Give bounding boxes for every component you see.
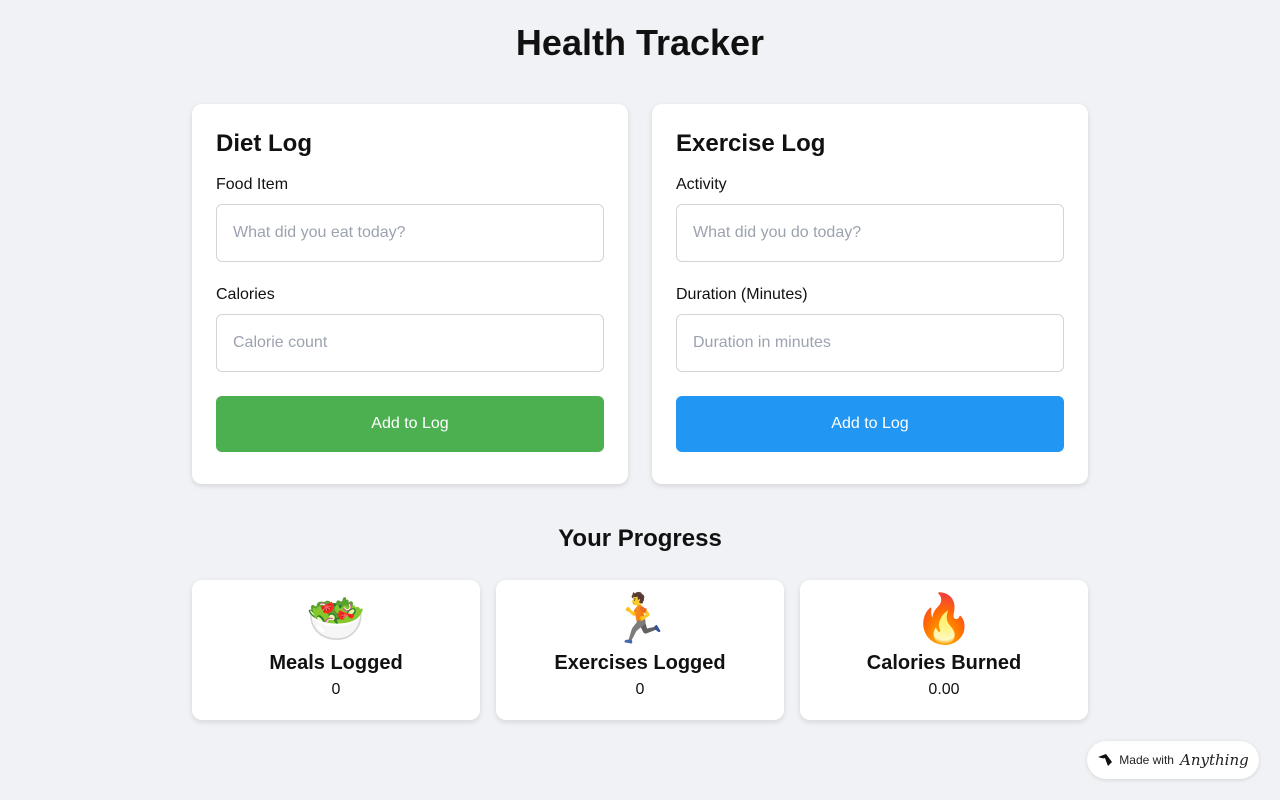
diet-log-title: Diet Log [216, 130, 312, 157]
diet-log-card: Diet Log Food Item Calories Add to Log [192, 104, 628, 484]
calories-burned-card: 🔥 Calories Burned 0.00 [800, 580, 1088, 720]
duration-label: Duration (Minutes) [676, 286, 808, 303]
diet-add-button[interactable]: Add to Log [216, 396, 604, 452]
health-tracker-page: Health Tracker Diet Log Food Item Calori… [0, 0, 1280, 800]
exercises-logged-value: 0 [635, 681, 645, 698]
food-item-input[interactable] [216, 204, 604, 262]
made-with-anything-badge[interactable]: Made with Anything [1087, 741, 1259, 779]
meals-logged-label: Meals Logged [269, 652, 403, 674]
exercise-log-card: Exercise Log Activity Duration (Minutes)… [652, 104, 1088, 484]
progress-title: Your Progress [558, 525, 722, 552]
fire-icon: 🔥 [914, 593, 974, 646]
calories-input[interactable] [216, 314, 604, 372]
activity-input[interactable] [676, 204, 1064, 262]
calories-burned-label: Calories Burned [866, 652, 1022, 674]
food-item-label: Food Item [216, 176, 289, 193]
anything-logo-icon [1098, 754, 1113, 766]
meals-logged-card: 🥗 Meals Logged 0 [192, 580, 480, 720]
exercise-log-title: Exercise Log [676, 130, 826, 157]
badge-brand: Anything [1179, 751, 1249, 769]
exercises-logged-label: Exercises Logged [554, 652, 726, 674]
exercise-add-button[interactable]: Add to Log [676, 396, 1064, 452]
runner-icon: 🏃 [610, 593, 670, 646]
duration-input[interactable] [676, 314, 1064, 372]
meals-logged-value: 0 [331, 681, 341, 698]
activity-label: Activity [676, 176, 727, 193]
calories-label: Calories [216, 286, 275, 303]
salad-icon: 🥗 [306, 593, 366, 646]
calories-burned-value: 0.00 [928, 681, 960, 698]
exercises-logged-card: 🏃 Exercises Logged 0 [496, 580, 784, 720]
badge-prefix: Made with [1119, 753, 1174, 767]
page-title: Health Tracker [515, 22, 765, 63]
